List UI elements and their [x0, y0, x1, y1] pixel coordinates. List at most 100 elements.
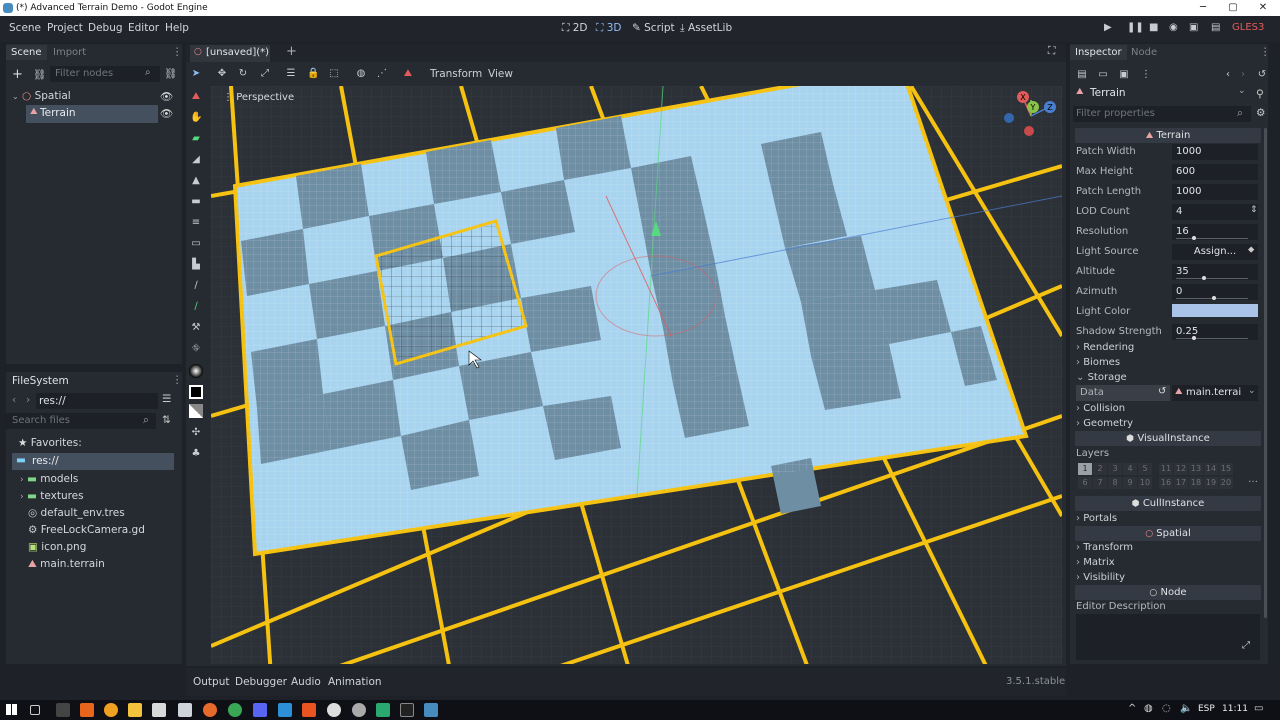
maximize-icon[interactable]: ▢	[1218, 0, 1248, 16]
close-icon[interactable]: ✕	[1248, 0, 1278, 16]
layer-bit[interactable]: 5	[1138, 463, 1152, 475]
taskview-icon[interactable]	[30, 705, 40, 715]
file-row[interactable]: ▣ icon.png	[28, 541, 86, 553]
layer-bit[interactable]: 7	[1093, 477, 1107, 489]
layer-bit[interactable]: 12	[1174, 463, 1188, 475]
section-collision[interactable]: › Collision	[1076, 403, 1125, 414]
start-icon[interactable]	[6, 704, 17, 715]
play-scene-icon[interactable]: ◉	[1169, 22, 1178, 33]
play-icon[interactable]: ▶	[1104, 22, 1112, 33]
select-tool-icon[interactable]: ➤	[190, 68, 202, 80]
stop-icon[interactable]: ■	[1149, 22, 1158, 33]
distraction-free-icon[interactable]: ⛶	[1048, 45, 1055, 58]
section-storage[interactable]: ⌄ Storage	[1076, 372, 1127, 383]
tab-output[interactable]: Output	[193, 676, 229, 688]
notification-icon[interactable]: ▭	[1254, 703, 1263, 714]
load-resource-icon[interactable]: ▭	[1097, 69, 1109, 81]
scale-tool-icon[interactable]: ⤢	[259, 68, 271, 80]
layer-bit[interactable]: 19	[1204, 477, 1218, 489]
assign-button[interactable]: Assign...	[1172, 244, 1258, 260]
history-back-icon[interactable]: ‹	[1222, 69, 1234, 81]
tray-chevron-icon[interactable]: ^	[1128, 703, 1136, 714]
kebab-menu-icon[interactable]: ⋮	[172, 374, 183, 386]
paint-green-icon[interactable]: ▰	[190, 133, 202, 145]
snap-icon[interactable]: ⋰	[376, 68, 388, 80]
local-space-icon[interactable]: ◍	[355, 68, 367, 80]
orientation-gizmo[interactable]: X Y Z	[1003, 88, 1062, 148]
layer-bit[interactable]: 3	[1108, 463, 1122, 475]
layer-bit[interactable]: 6	[1078, 477, 1092, 489]
layer-bit[interactable]: 16	[1159, 477, 1173, 489]
chrome-icon[interactable]	[228, 703, 242, 717]
app-icon[interactable]	[327, 703, 341, 717]
workspace-assetlib-button[interactable]: ⤓ AssetLib	[680, 22, 732, 35]
section-visibility[interactable]: › Visibility	[1076, 572, 1125, 583]
scene-tab[interactable]: ○ [unsaved](*)	[190, 45, 270, 62]
lock-icon[interactable]: 🔒	[307, 68, 319, 80]
section-geometry[interactable]: › Geometry	[1076, 418, 1133, 429]
new-resource-icon[interactable]: ▤	[1076, 69, 1088, 81]
layer-bit[interactable]: 14	[1204, 463, 1218, 475]
list-select-icon[interactable]: ☰	[285, 68, 297, 80]
smooth-tool-icon[interactable]: ▬	[190, 196, 202, 208]
perspective-menu[interactable]: ⋮ Perspective	[223, 92, 294, 103]
folder-models-row[interactable]: › ▬ models	[20, 473, 78, 485]
tab-import[interactable]: Import	[48, 45, 91, 60]
layer-bit[interactable]: 20	[1219, 477, 1233, 489]
flatten-tool-icon[interactable]: ▭	[190, 238, 202, 250]
forward-arrow-icon[interactable]: ›	[26, 394, 30, 406]
revert-icon[interactable]: ↺	[1158, 386, 1166, 397]
renderer-label[interactable]: GLES3	[1232, 22, 1264, 33]
speaker-icon[interactable]: 🔈	[1180, 703, 1192, 714]
path-field[interactable]: res://	[36, 393, 158, 409]
save-resource-icon[interactable]: ▣	[1118, 69, 1130, 81]
section-portals[interactable]: › Portals	[1076, 513, 1117, 524]
layers-more-icon[interactable]: …	[1248, 474, 1258, 485]
slider-track[interactable]	[1176, 338, 1248, 339]
tree-node-spatial[interactable]: ⌄ ○ Spatial	[12, 90, 71, 102]
favorites-row[interactable]: ★ Favorites:	[18, 437, 82, 449]
kebab-menu-icon[interactable]: ⋮	[1140, 69, 1152, 81]
inspector-scrollbar[interactable]	[1264, 128, 1267, 618]
path-input[interactable]: res://	[39, 395, 66, 407]
menu-help[interactable]: Help	[165, 22, 189, 34]
layer-bit[interactable]: 8	[1108, 477, 1122, 489]
slider-grabber[interactable]	[1192, 236, 1196, 240]
section-rendering[interactable]: › Rendering	[1076, 342, 1134, 353]
menu-project[interactable]: Project	[47, 22, 83, 34]
history-forward-icon[interactable]: ›	[1237, 69, 1249, 81]
slider-grabber[interactable]	[1212, 296, 1216, 300]
search-files-input[interactable]: Search files	[12, 415, 70, 426]
terrain-raise-icon[interactable]: ⛰	[190, 91, 202, 103]
expand-arrow-icon[interactable]: ⌄	[12, 92, 19, 101]
kebab-menu-icon[interactable]: ⋮	[1260, 46, 1271, 58]
tab-node[interactable]: Node	[1126, 45, 1162, 60]
section-biomes[interactable]: › Biomes	[1076, 357, 1120, 368]
editor-description-field[interactable]: ⤢	[1076, 614, 1260, 660]
object-settings-icon[interactable]: ⚲	[1256, 88, 1264, 100]
inspected-object-row[interactable]: ⛰ Terrain ⌄	[1074, 86, 1250, 102]
move-tool-icon[interactable]: ✥	[216, 68, 228, 80]
slider-grabber[interactable]	[1192, 336, 1196, 340]
spinner-icon[interactable]: ⇕	[1250, 205, 1258, 215]
hand-tool-icon[interactable]: ✋	[190, 112, 202, 124]
layer-bit[interactable]: 10	[1138, 477, 1152, 489]
filter-nodes-input[interactable]: Filter nodes	[55, 68, 113, 79]
property-settings-icon[interactable]: ⚙	[1256, 107, 1265, 119]
instance-scene-icon[interactable]: ⛓	[164, 67, 177, 80]
view-menu[interactable]: View	[488, 68, 513, 80]
slider-grabber[interactable]	[1202, 276, 1206, 280]
group-icon[interactable]: ⬚	[328, 68, 340, 80]
expand-arrow-icon[interactable]: ›	[20, 492, 24, 502]
folder-res-row[interactable]: ▬ res://	[12, 453, 174, 470]
data-resource-picker[interactable]: ⛰ main.terrai ⌄	[1172, 385, 1258, 401]
brush-shape-icon[interactable]	[189, 364, 203, 378]
tab-animation[interactable]: Animation	[328, 676, 382, 688]
visibility-eye-icon[interactable]: 👁	[160, 107, 173, 120]
slider-track[interactable]	[1176, 278, 1248, 279]
slope-tool-icon[interactable]: ◢	[190, 154, 202, 166]
tab-debugger[interactable]: Debugger	[235, 676, 287, 688]
tab-scene[interactable]: Scene	[6, 45, 47, 60]
section-matrix[interactable]: › Matrix	[1076, 557, 1115, 568]
clock[interactable]: 11:11	[1222, 704, 1248, 714]
